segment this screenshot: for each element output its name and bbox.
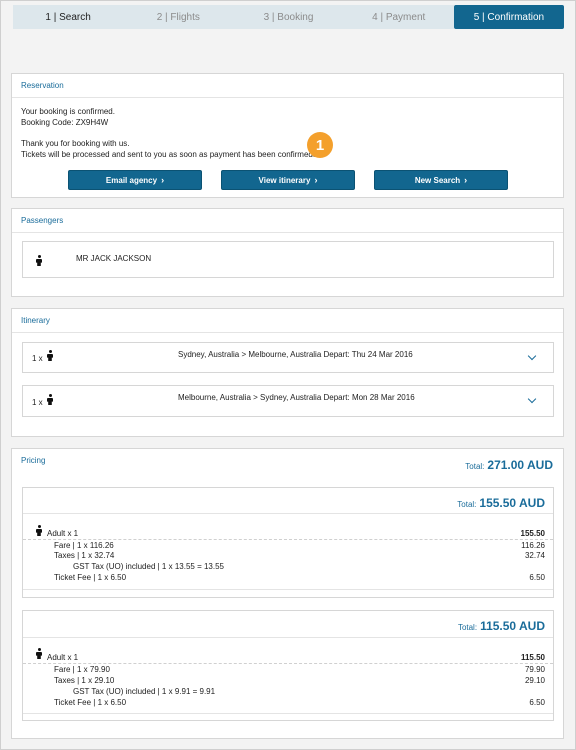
taxes-line: Taxes | 1 x 29.10 [54,676,115,685]
passengers-title: Passengers [12,209,563,233]
pricing-grand-total: Total: 271.00 AUD [465,458,553,472]
tickets-note: Tickets will be processed and sent to yo… [21,150,316,159]
person-icon [47,394,53,405]
pricing-leg-card: Total: 155.50 AUD Adult x 1 155.50 Fare … [22,487,554,598]
person-icon [36,648,42,659]
passenger-card: MR JACK JACKSON [22,241,554,278]
new-search-button[interactable]: New Search › [374,170,508,190]
chevron-right-icon: › [314,175,318,185]
email-agency-button[interactable]: Email agency › [68,170,202,190]
ticket-fee-amount: 6.50 [529,698,545,707]
fare-amount: 116.26 [521,541,545,550]
passenger-amount: 155.50 [520,529,545,538]
pricing-panel: Pricing Total: 271.00 AUD Total: 155.50 … [11,448,564,739]
pricing-leg-card: Total: 115.50 AUD Adult x 1 115.50 Fare … [22,610,554,721]
leg-total-value: 115.50 AUD [480,619,545,633]
taxes-amount: 32.74 [524,551,545,560]
new-search-label: New Search [414,175,461,185]
reservation-title: Reservation [12,74,563,98]
gst-line: GST Tax (UO) included | 1 x 9.91 = 9.91 [73,687,216,696]
passenger-type: Adult x 1 [47,529,79,538]
chevron-down-icon[interactable] [527,351,537,361]
step-search[interactable]: 1 | Search [13,5,124,29]
passengers-panel: Passengers MR JACK JACKSON [11,208,564,297]
step-number-badge: 1 [307,132,333,158]
leg-total: Total: 155.50 AUD [457,496,545,510]
taxes-line: Taxes | 1 x 32.74 [54,551,115,560]
taxes-amount: 29.10 [524,676,545,685]
itinerary-leg[interactable]: 1 x Melbourne, Australia > Sydney, Austr… [22,385,554,417]
leg-route: Melbourne, Australia > Sydney, Australia… [178,393,415,402]
view-itinerary-button[interactable]: View itinerary › [221,170,355,190]
fare-line: Fare | 1 x 116.26 [54,541,114,550]
page-frame: 1 | Search 2 | Flights 3 | Booking 4 | P… [0,0,576,750]
step-payment[interactable]: 4 | Payment [343,5,454,29]
leg-total: Total: 115.50 AUD [458,619,545,633]
gst-line: GST Tax (UO) included | 1 x 13.55 = 13.5… [73,562,224,571]
step-booking[interactable]: 3 | Booking [233,5,344,29]
person-icon [47,350,53,361]
chevron-right-icon: › [464,175,468,185]
leg-total-value: 155.50 AUD [479,496,545,510]
passenger-amount: 115.50 [520,653,545,662]
divider [23,713,553,714]
step-confirmation[interactable]: 5 | Confirmation [453,5,565,29]
view-itinerary-label: View itinerary [258,175,311,185]
booking-code: Booking Code: ZX9H4W [21,118,109,127]
divider [23,637,553,638]
progress-steps: 1 | Search 2 | Flights 3 | Booking 4 | P… [13,5,565,29]
grand-total-value: 271.00 AUD [487,458,553,472]
passenger-name: MR JACK JACKSON [76,254,152,263]
fare-amount: 79.90 [524,665,545,674]
itinerary-leg[interactable]: 1 x Sydney, Australia > Melbourne, Austr… [22,342,554,373]
booking-confirmed-text: Your booking is confirmed. [21,107,115,116]
ticket-fee-line: Ticket Fee | 1 x 6.50 [54,698,127,707]
leg-count: 1 x [32,354,43,363]
fare-line: Fare | 1 x 79.90 [54,665,110,674]
passenger-type: Adult x 1 [47,653,79,662]
itinerary-panel: Itinerary 1 x Sydney, Australia > Melbou… [11,308,564,437]
divider [23,513,553,514]
ticket-fee-line: Ticket Fee | 1 x 6.50 [54,573,127,582]
leg-total-label: Total: [457,623,478,632]
person-icon [36,255,42,266]
itinerary-title: Itinerary [12,309,563,333]
ticket-fee-amount: 6.50 [529,573,545,582]
step-flights[interactable]: 2 | Flights [123,5,234,29]
divider [23,589,553,590]
chevron-right-icon: › [161,175,165,185]
leg-total-label: Total: [457,500,477,509]
leg-count: 1 x [32,398,43,407]
divider [23,539,553,540]
thank-you-text: Thank you for booking with us. [21,139,130,148]
leg-route: Sydney, Australia > Melbourne, Australia… [178,350,413,359]
person-icon [36,525,42,536]
email-agency-label: Email agency [105,175,158,185]
divider [23,663,553,664]
grand-total-label: Total: [465,462,485,471]
chevron-down-icon[interactable] [527,394,537,404]
reservation-panel: Reservation Your booking is confirmed. B… [11,73,564,198]
